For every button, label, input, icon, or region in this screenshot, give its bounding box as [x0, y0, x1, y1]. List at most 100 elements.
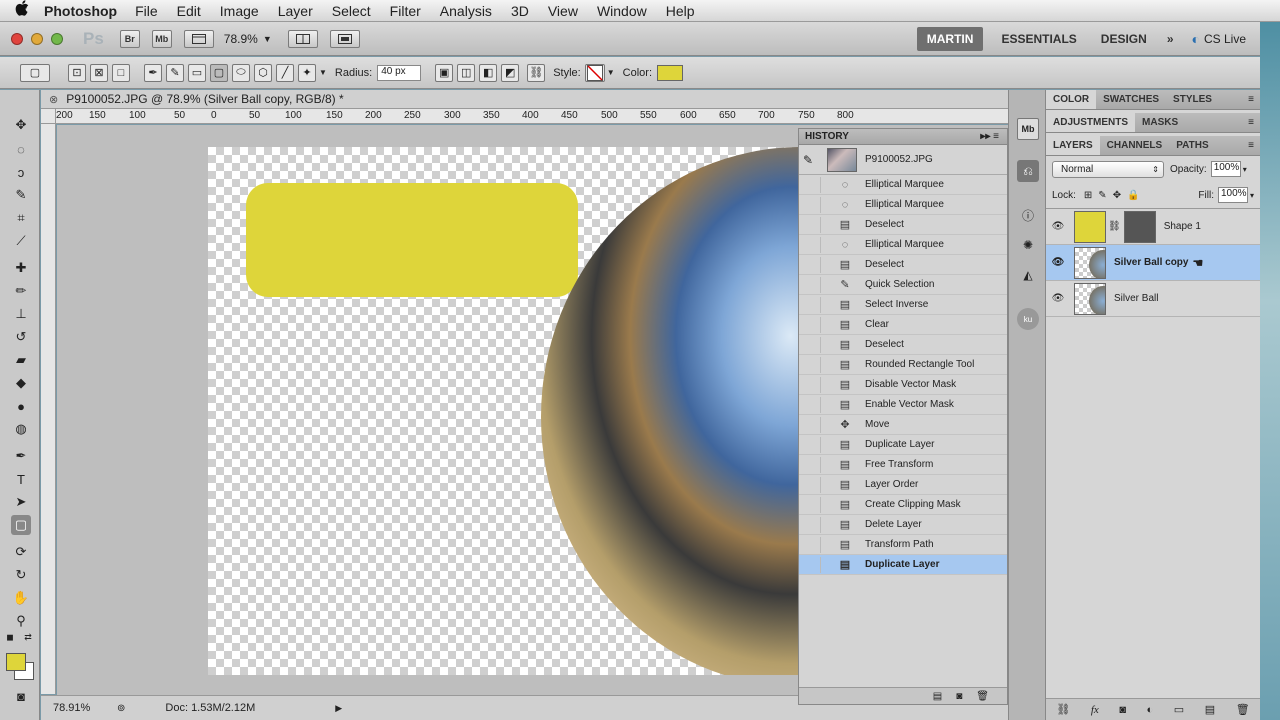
history-source-checkbox[interactable]	[805, 296, 821, 313]
document-canvas[interactable]	[208, 147, 798, 675]
lock-transparency-icon[interactable]: ⊞	[1084, 190, 1092, 201]
history-item[interactable]: ▤ Deselect	[799, 215, 1007, 235]
history-item[interactable]: ▤ Layer Order	[799, 475, 1007, 495]
tab-masks[interactable]: MASKS	[1135, 113, 1185, 132]
history-item[interactable]: ◌ Elliptical Marquee	[799, 235, 1007, 255]
eyedropper-tool-icon[interactable]: ⟋	[11, 231, 31, 251]
tab-adjustments[interactable]: ADJUSTMENTS	[1046, 113, 1136, 132]
3d-orbit-tool-icon[interactable]: ↻	[11, 565, 31, 585]
trash-icon[interactable]: 🗑	[1236, 703, 1250, 716]
layer-row-shape-1[interactable]: 👁 ⛓ Shape 1	[1046, 209, 1260, 245]
trash-icon[interactable]: 🗑	[976, 691, 989, 702]
history-source-checkbox[interactable]	[805, 456, 821, 473]
navigator-panel-icon[interactable]: ✺	[1017, 234, 1039, 256]
history-item[interactable]: ▤ Create Clipping Mask	[799, 495, 1007, 515]
chevron-down-icon[interactable]: ▾	[1243, 165, 1247, 174]
history-source-checkbox[interactable]	[805, 436, 821, 453]
ellipse-tool-button[interactable]: ⬭	[232, 63, 250, 82]
history-item[interactable]: ▤ Free Transform	[799, 455, 1007, 475]
history-item[interactable]: ▤ Clear	[799, 315, 1007, 335]
pen-tool-icon[interactable]: ✒	[11, 446, 31, 466]
layer-row-silver-ball[interactable]: 👁 Silver Ball	[1046, 281, 1260, 317]
history-source-checkbox[interactable]	[805, 376, 821, 393]
horizontal-ruler[interactable]: 200 150 100 50 0 50 100 150 200 250 300 …	[56, 109, 1008, 124]
history-item[interactable]: ✎ Quick Selection	[799, 275, 1007, 295]
menu-file[interactable]: File	[135, 3, 158, 19]
history-source-checkbox[interactable]	[805, 196, 821, 213]
link-style-button[interactable]: ⛓	[527, 63, 546, 82]
menu-3d[interactable]: 3D	[511, 3, 529, 19]
menu-image[interactable]: Image	[220, 3, 259, 19]
line-tool-button[interactable]: ╱	[276, 63, 294, 82]
workspace-essentials[interactable]: ESSENTIALS	[991, 27, 1086, 51]
tab-paths[interactable]: PATHS	[1169, 136, 1215, 155]
paths-button[interactable]: ⊠	[90, 63, 108, 82]
quick-mask-icon[interactable]: ◙	[11, 686, 31, 706]
lock-all-icon[interactable]: 🔒	[1127, 190, 1139, 201]
lock-position-icon[interactable]: ✥	[1113, 190, 1121, 201]
workspace-design[interactable]: DESIGN	[1091, 27, 1157, 51]
eye-icon[interactable]: 👁	[1048, 257, 1068, 268]
new-group-icon[interactable]: ▭	[1174, 703, 1184, 716]
history-item[interactable]: ▤ Disable Vector Mask	[799, 375, 1007, 395]
history-source-checkbox[interactable]	[805, 176, 821, 193]
blur-tool-icon[interactable]: ●	[11, 396, 31, 416]
link-layers-icon[interactable]: ⛓	[1056, 703, 1070, 716]
menu-filter[interactable]: Filter	[390, 3, 421, 19]
tab-styles[interactable]: STYLES	[1166, 90, 1219, 109]
3d-rotate-tool-icon[interactable]: ⟳	[11, 542, 31, 562]
foreground-color-swatch[interactable]	[6, 653, 26, 671]
shape-layers-button[interactable]: ⊡	[68, 63, 86, 82]
shape-1-rounded-rectangle[interactable]	[246, 183, 578, 297]
hand-tool-icon[interactable]: ✋	[11, 588, 31, 608]
fill-pixels-button[interactable]: □	[112, 63, 130, 82]
menu-view[interactable]: View	[548, 3, 578, 19]
history-source-checkbox[interactable]	[805, 416, 821, 433]
paint-bucket-tool-icon[interactable]: ◆	[11, 373, 31, 393]
history-source-checkbox[interactable]	[805, 336, 821, 353]
chevron-down-icon[interactable]: ▾	[1250, 191, 1254, 200]
rounded-rectangle-tool-button[interactable]: ▢	[210, 63, 228, 82]
new-document-from-state-icon[interactable]: ▤	[933, 691, 942, 702]
tab-color[interactable]: COLOR	[1046, 90, 1097, 109]
mini-bridge-panel-icon[interactable]: Mb	[1017, 118, 1039, 140]
type-tool-icon[interactable]: T	[11, 469, 31, 489]
menu-select[interactable]: Select	[332, 3, 371, 19]
status-zoom-field[interactable]: 78.91%	[53, 702, 103, 714]
minimize-window-button[interactable]	[31, 32, 43, 45]
history-item[interactable]: ✥ Move	[799, 415, 1007, 435]
fill-field[interactable]: 100%	[1217, 187, 1248, 203]
tab-layers[interactable]: LAYERS	[1046, 136, 1100, 155]
adjustment-layer-icon[interactable]: ◐	[1147, 704, 1154, 716]
history-item[interactable]: ▤ Deselect	[799, 335, 1007, 355]
info-panel-icon[interactable]: ⓘ	[1017, 204, 1039, 226]
exclude-shape-area-button[interactable]: ◩	[501, 63, 520, 82]
panel-menu-icon[interactable]: ≡	[1248, 90, 1260, 109]
default-colors-icon[interactable]: ◼	[4, 631, 16, 643]
zoom-level-dropdown[interactable]: 78.9%	[224, 32, 258, 46]
history-snapshot[interactable]: ✎ P9100052.JPG	[799, 145, 1007, 175]
rectangle-tool-button[interactable]: ▭	[188, 63, 206, 82]
history-source-checkbox[interactable]	[805, 516, 821, 533]
menu-edit[interactable]: Edit	[177, 3, 201, 19]
history-source-checkbox[interactable]	[805, 316, 821, 333]
eye-icon[interactable]: 👁	[1048, 293, 1068, 304]
clone-stamp-tool-icon[interactable]: ⊥	[11, 304, 31, 324]
silver-ball-image[interactable]	[541, 147, 798, 675]
swap-colors-icon[interactable]: ⇄	[22, 631, 34, 643]
eye-icon[interactable]: 👁	[1048, 221, 1068, 232]
menu-window[interactable]: Window	[597, 3, 647, 19]
document-tab[interactable]: ⊗ P9100052.JPG @ 78.9% (Silver Ball copy…	[41, 90, 1008, 109]
ruler-origin[interactable]	[41, 109, 56, 124]
workspace-martin[interactable]: MARTIN	[916, 26, 984, 51]
marquee-tool-icon[interactable]: ◌	[11, 139, 31, 159]
freeform-pen-button[interactable]: ✎	[166, 63, 184, 82]
launch-mini-bridge-button[interactable]: Mb	[151, 29, 172, 48]
tool-preset-picker[interactable]: ▢	[20, 63, 50, 82]
history-source-checkbox[interactable]	[805, 536, 821, 553]
launch-bridge-button[interactable]: Br	[119, 29, 140, 48]
history-item[interactable]: ▤ Transform Path	[799, 535, 1007, 555]
link-icon[interactable]: ⛓	[1108, 221, 1121, 232]
history-panel-icon[interactable]: ⎌	[1017, 160, 1039, 182]
add-to-shape-area-button[interactable]: ▣	[435, 63, 454, 82]
